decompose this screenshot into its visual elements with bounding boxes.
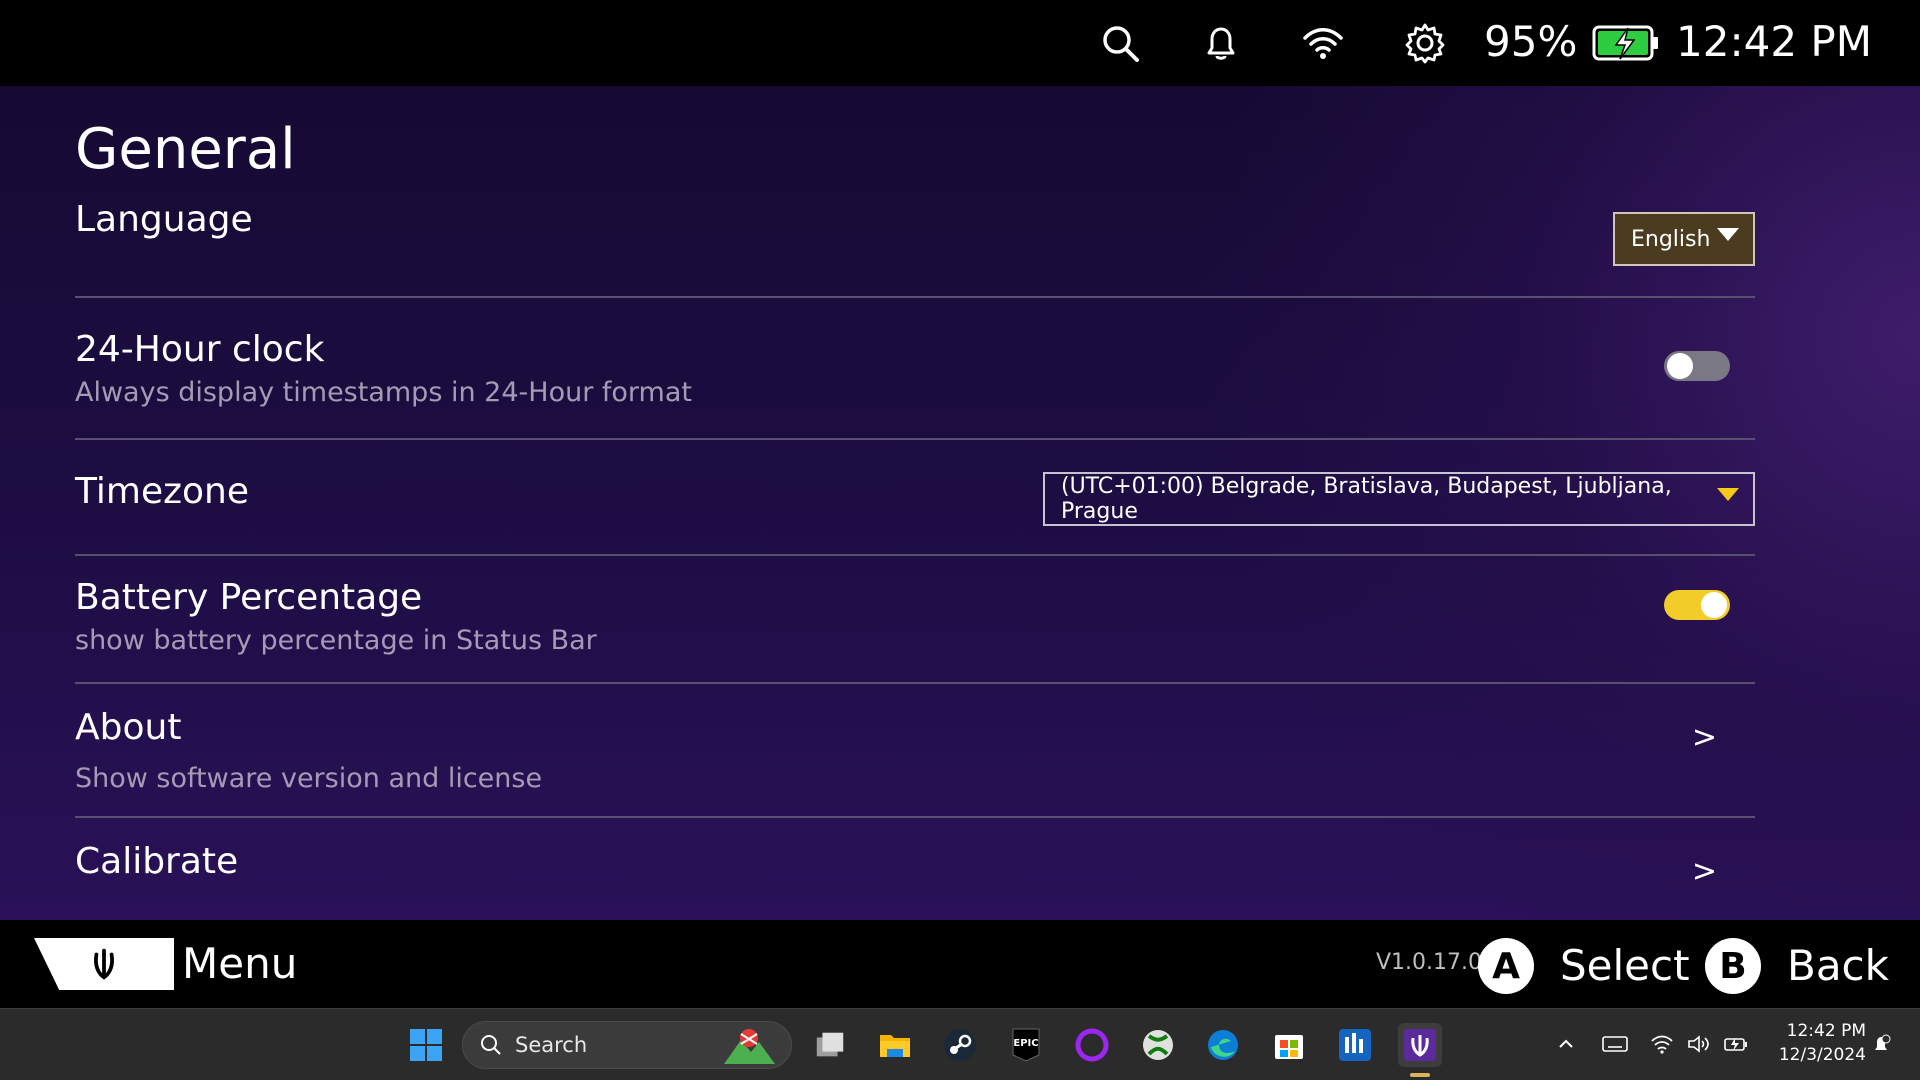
timezone-value: (UTC+01:00) Belgrade, Bratislava, Budape… — [1061, 474, 1672, 524]
keyboard-icon[interactable] — [1600, 1029, 1630, 1059]
chevron-right-icon: > — [1691, 720, 1717, 755]
steam-icon[interactable] — [938, 1023, 982, 1067]
setting-row-battery-percentage[interactable]: Battery Percentage show battery percenta… — [75, 556, 1755, 684]
store-icon[interactable] — [1267, 1023, 1311, 1067]
epic-label: EPIC — [1013, 1038, 1038, 1049]
settings-panel: General Language English 24-Hour clock A… — [0, 86, 1920, 920]
page-title: General — [75, 117, 296, 182]
xbox-icon[interactable] — [1136, 1023, 1180, 1067]
setting-title: Timezone — [75, 471, 249, 512]
b-button-icon[interactable]: B — [1705, 938, 1761, 994]
setting-title: 24-Hour clock — [75, 329, 325, 370]
control-bar: Menu V1.0.17.0 A Select B Back — [0, 920, 1920, 1008]
taskbar-search[interactable]: Search — [462, 1021, 792, 1069]
bell-icon[interactable] — [1198, 20, 1244, 66]
search-icon[interactable] — [1097, 20, 1143, 66]
windows-taskbar: Search EPIC 12:42 PM 12/3/2024 — [0, 1008, 1920, 1080]
legion-logo-icon — [94, 948, 114, 980]
legion-space-icon[interactable] — [1398, 1023, 1442, 1077]
setting-row-about[interactable]: About Show software version and license … — [75, 684, 1755, 818]
timezone-dropdown[interactable]: (UTC+01:00) Belgrade, Bratislava, Budape… — [1043, 472, 1755, 526]
epic-games-icon[interactable]: EPIC — [1004, 1023, 1048, 1067]
setting-title: Language — [75, 199, 253, 240]
setting-subtitle: Always display timestamps in 24-Hour for… — [75, 377, 692, 408]
wifi-icon[interactable] — [1647, 1029, 1677, 1059]
setting-row-timezone[interactable]: Timezone (UTC+01:00) Belgrade, Bratislav… — [75, 440, 1755, 556]
language-dropdown[interactable]: English — [1613, 212, 1755, 266]
taskbar-clock[interactable]: 12:42 PM 12/3/2024 — [1766, 1019, 1866, 1067]
tray-time: 12:42 PM — [1786, 1021, 1866, 1041]
a-button-icon[interactable]: A — [1478, 938, 1534, 994]
notification-icon[interactable] — [1866, 1029, 1896, 1059]
setting-row-calibrate[interactable]: Calibrate > — [75, 818, 1755, 920]
toggle-knob — [1667, 353, 1693, 379]
windows-start-icon[interactable] — [404, 1023, 448, 1067]
menu-button[interactable] — [34, 938, 174, 990]
search-icon — [481, 1035, 501, 1055]
select-label[interactable]: Select — [1560, 940, 1690, 992]
setting-row-24-hour-clock[interactable]: 24-Hour clock Always display timestamps … — [75, 298, 1755, 440]
menu-label[interactable]: Menu — [182, 938, 297, 990]
toggle-knob — [1701, 592, 1727, 618]
file-explorer-icon[interactable] — [873, 1023, 917, 1067]
status-clock: 12:42 PM — [1676, 17, 1872, 66]
caret-down-icon — [1717, 228, 1739, 241]
search-highlight-icon — [724, 1029, 775, 1064]
volume-icon[interactable] — [1684, 1029, 1714, 1059]
24-hour-clock-toggle[interactable] — [1664, 351, 1730, 381]
chevron-up-icon[interactable] — [1551, 1029, 1581, 1059]
language-value: English — [1631, 226, 1711, 252]
status-bar: 95% 12:42 PM — [0, 0, 1920, 86]
setting-title: Battery Percentage — [75, 577, 423, 618]
chevron-right-icon: > — [1691, 854, 1717, 889]
tray-date: 12/3/2024 — [1778, 1045, 1866, 1065]
search-label: Search — [515, 1033, 588, 1057]
setting-subtitle: show battery percentage in Status Bar — [75, 625, 597, 656]
app-icon[interactable] — [1333, 1023, 1377, 1067]
task-view-icon[interactable] — [808, 1023, 852, 1067]
setting-title: About — [75, 707, 182, 748]
wifi-icon[interactable] — [1300, 20, 1346, 66]
gear-icon[interactable] — [1402, 20, 1448, 66]
battery-percentage-toggle[interactable] — [1664, 590, 1730, 620]
back-label[interactable]: Back — [1787, 940, 1889, 992]
caret-down-icon — [1717, 488, 1739, 501]
setting-subtitle: Show software version and license — [75, 763, 543, 794]
battery-icon[interactable] — [1721, 1029, 1751, 1059]
setting-title: Calibrate — [75, 841, 239, 882]
circle-app-icon[interactable] — [1070, 1023, 1114, 1067]
battery-percentage: 95% — [1484, 17, 1578, 66]
setting-row-language[interactable]: Language English — [75, 176, 1755, 298]
battery-charging-icon — [1592, 24, 1660, 62]
active-app-indicator — [1410, 1073, 1430, 1077]
version-label: V1.0.17.0 — [1376, 950, 1483, 975]
edge-icon[interactable] — [1201, 1023, 1245, 1067]
